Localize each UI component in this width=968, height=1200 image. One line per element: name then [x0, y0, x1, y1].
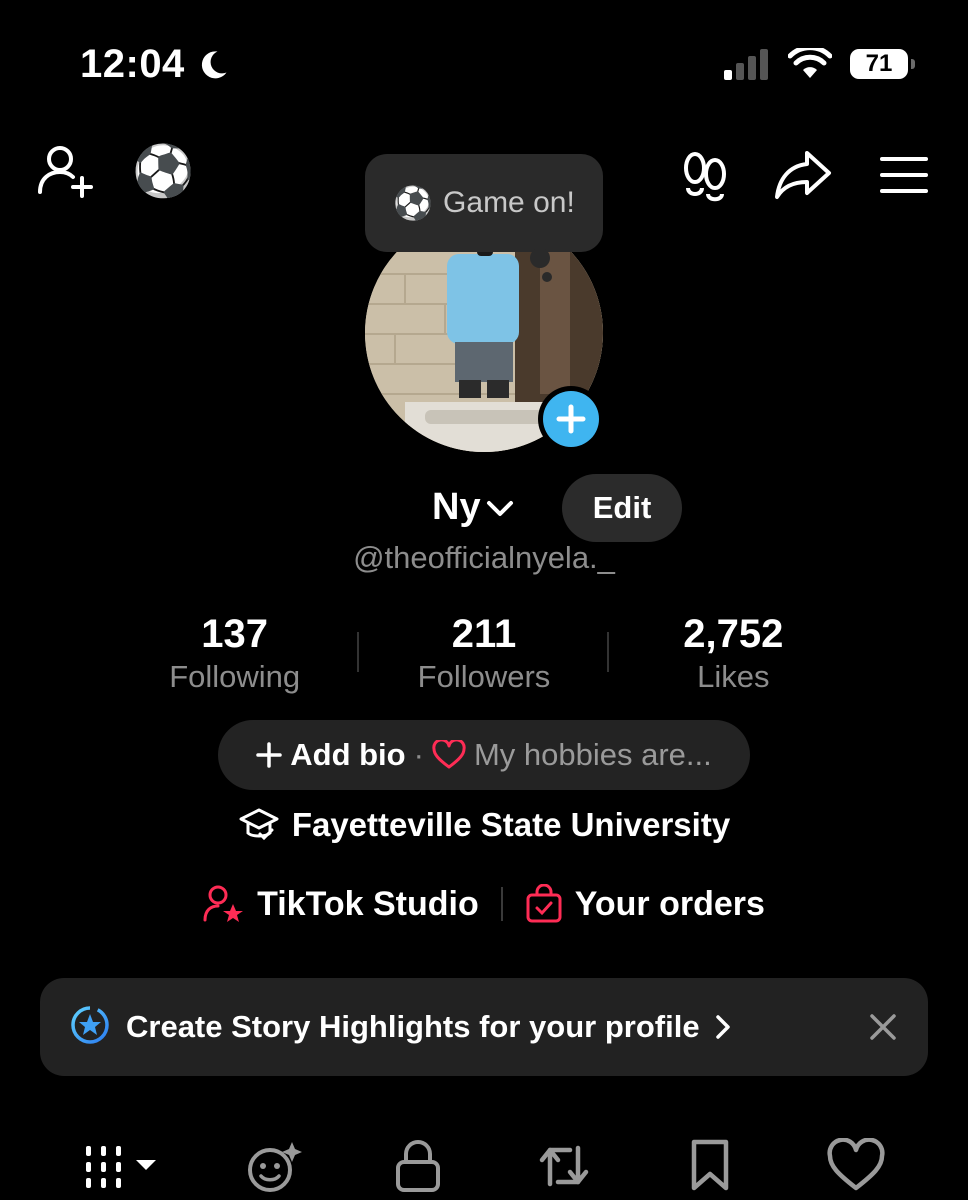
tooltip-text: Game on! [443, 186, 575, 219]
bio-hint: My hobbies are... [473, 737, 712, 772]
stat-value: 2,752 [683, 612, 784, 656]
share-arrow-icon [775, 151, 831, 199]
add-story-inner [543, 391, 599, 447]
battery-level: 71 [865, 50, 893, 77]
bio-separator: · [413, 737, 424, 772]
profile-views-button[interactable] [676, 146, 734, 204]
edit-profile-button[interactable]: Edit [562, 474, 682, 542]
tooltip-tail-small [542, 272, 552, 282]
banner-text-wrap: Create Story Highlights for your profile [126, 1009, 732, 1045]
school-info[interactable]: Fayetteville State University [0, 806, 968, 844]
chevron-right-icon [715, 1015, 730, 1039]
wifi-icon [788, 48, 832, 78]
battery-icon: 71 [850, 49, 915, 79]
stat-label: Likes [697, 659, 770, 694]
share-button[interactable] [772, 146, 834, 204]
lock-icon [396, 1140, 440, 1192]
creator-links: TikTok Studio Your orders [0, 884, 968, 924]
stat-label: Followers [417, 659, 551, 694]
tab-ai-self[interactable] [244, 1138, 304, 1199]
add-user-icon [38, 146, 93, 198]
stat-likes[interactable]: 2,752 Likes [609, 610, 858, 700]
grid-dropdown-icon [86, 1146, 156, 1188]
close-icon [870, 1014, 896, 1040]
menu-button[interactable] [876, 150, 932, 200]
chevron-down-icon [486, 500, 513, 516]
studio-label: TikTok Studio [257, 884, 479, 923]
stat-value: 137 [201, 612, 269, 656]
heart-icon [432, 740, 466, 769]
hamburger-icon [880, 157, 928, 193]
content-tabs [0, 1128, 968, 1200]
repost-icon [539, 1145, 589, 1187]
your-orders-link[interactable]: Your orders [525, 884, 765, 924]
add-bio-button[interactable]: Add bio · My hobbies are... [218, 720, 750, 790]
status-indicators: 71 [722, 48, 915, 80]
add-friend-button[interactable] [36, 142, 96, 202]
banner-text: Create Story Highlights for your profile [126, 1009, 700, 1044]
stat-label: Following [169, 659, 301, 694]
display-name: Ny [432, 486, 481, 528]
highlight-star-icon [70, 1005, 110, 1050]
tab-videos[interactable] [82, 1138, 162, 1199]
shopping-bag-icon [526, 884, 562, 923]
creator-star-icon [203, 885, 244, 922]
add-story-button[interactable] [538, 386, 604, 452]
stat-following[interactable]: 137 Following [110, 610, 360, 700]
close-banner-button[interactable] [864, 1008, 902, 1051]
links-divider [500, 887, 503, 921]
edit-label: Edit [592, 490, 652, 525]
time-text: 12:04 [80, 42, 185, 86]
stat-value: 211 [451, 612, 517, 656]
heart-outline-icon [827, 1137, 885, 1191]
moon-icon [201, 50, 227, 78]
graduation-cap-icon [239, 808, 279, 841]
soccer-ball-icon[interactable]: ⚽ [132, 142, 194, 200]
stat-followers[interactable]: 211 Followers [359, 610, 609, 700]
tooltip-tail [530, 248, 550, 268]
tab-private[interactable] [392, 1138, 444, 1199]
tab-reposts[interactable] [536, 1138, 592, 1199]
username-handle: @theofficialnyela._ [353, 540, 615, 575]
account-switcher[interactable]: Ny [432, 486, 515, 529]
plus-icon [256, 742, 282, 768]
status-time: 12:04 [80, 42, 231, 87]
bookmark-icon [691, 1139, 729, 1191]
plus-icon [556, 404, 586, 434]
add-bio-label: Add bio [290, 737, 406, 772]
orders-label: Your orders [574, 884, 765, 923]
profile-stats: 137 Following 211 Followers 2,752 Likes [110, 610, 858, 700]
signal-icon [724, 49, 768, 80]
school-name: Fayetteville State University [291, 806, 731, 843]
status-tooltip[interactable]: ⚽ Game on! [365, 154, 603, 252]
soccer-ball-icon: ⚽ [393, 185, 434, 221]
tab-liked[interactable] [826, 1137, 886, 1199]
story-highlights-banner[interactable]: Create Story Highlights for your profile [40, 978, 928, 1076]
sparkle-face-icon [248, 1142, 302, 1192]
tiktok-studio-link[interactable]: TikTok Studio [203, 884, 479, 924]
tab-favorites[interactable] [686, 1138, 734, 1199]
footprints-icon [684, 152, 726, 202]
